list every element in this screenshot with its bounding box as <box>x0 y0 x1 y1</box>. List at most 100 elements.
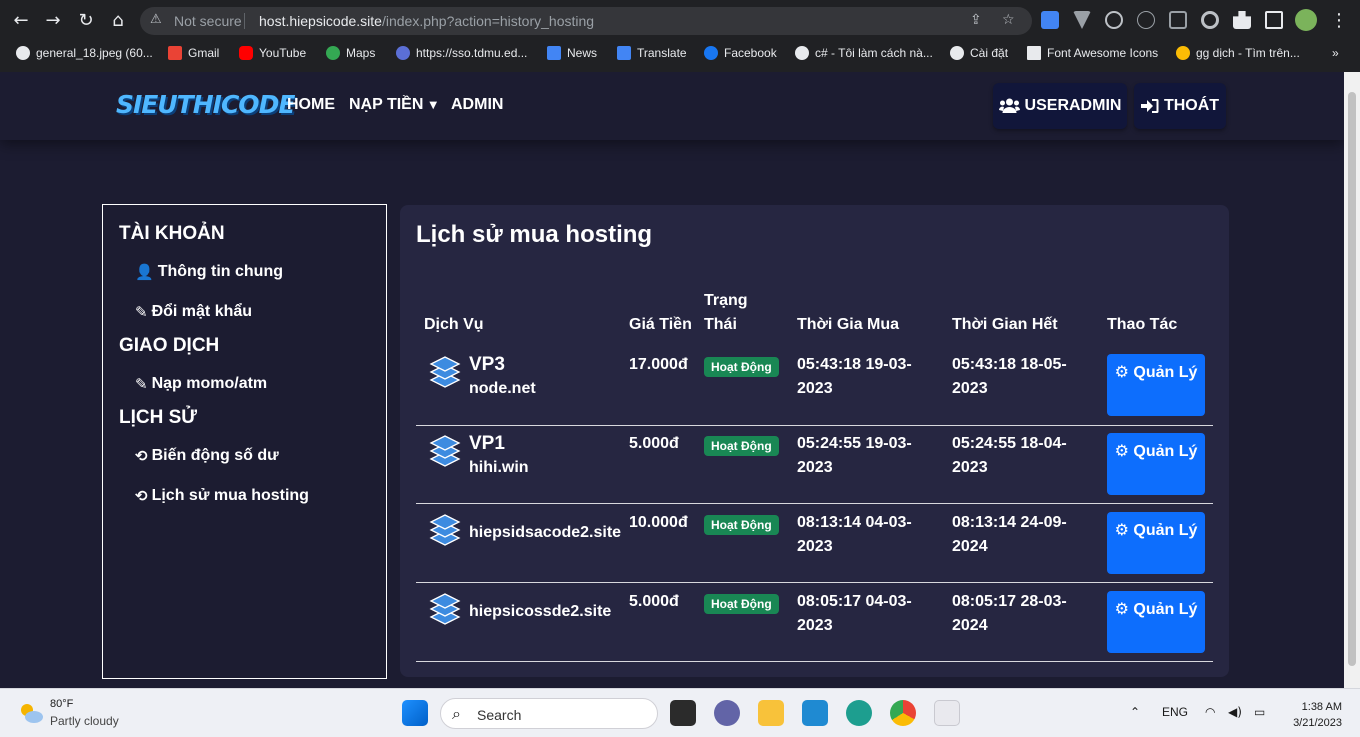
bookmark[interactable]: general_18.jpeg (60... <box>16 44 153 62</box>
bookmark-label: YouTube <box>259 46 307 60</box>
manage-button-label: Quản Lý <box>1133 364 1198 381</box>
bookmark[interactable]: Translate <box>617 44 687 62</box>
reload-icon[interactable]: ↻ <box>73 8 99 34</box>
service-plan: VP3 <box>469 354 505 375</box>
temperature[interactable]: 80°F <box>50 698 73 710</box>
expiry-time: 08:13:14 24-09-2024 <box>952 514 1067 555</box>
puzzle-icon[interactable] <box>1233 11 1251 29</box>
clock-date: 3/21/2023 <box>1293 717 1342 729</box>
news-icon <box>547 46 561 60</box>
bookmark-label: Cài đặt <box>970 46 1009 60</box>
status-badge: Hoạt Động <box>704 357 779 377</box>
task-view-icon[interactable] <box>670 700 696 726</box>
manage-button[interactable]: ⚙ Quản Lý <box>1107 433 1205 495</box>
user-icon: 👤 <box>135 263 154 281</box>
bookmark[interactable]: Maps <box>326 44 375 62</box>
bookmark[interactable]: gg dịch - Tìm trên... <box>1176 44 1300 62</box>
price: 5.000đ <box>629 435 679 452</box>
sidebar-item-label: Lịch sử mua hosting <box>151 487 309 504</box>
teams-icon[interactable] <box>714 700 740 726</box>
manage-button[interactable]: ⚙ Quản Lý <box>1107 591 1205 653</box>
battery-icon[interactable]: ▭ <box>1254 705 1265 719</box>
row-divider <box>416 661 1213 662</box>
row-divider <box>416 503 1213 504</box>
chrome-icon[interactable] <box>890 700 916 726</box>
column-header-status: Trạng Thái <box>704 292 748 333</box>
side-panel-icon[interactable] <box>1265 11 1283 29</box>
file-explorer-icon[interactable] <box>758 700 784 726</box>
sidebar-item-balance-history[interactable]: ⟲ Biến động số dư <box>135 447 279 465</box>
gear-icon <box>950 46 964 60</box>
logout-button[interactable]: THOÁT <box>1134 83 1226 129</box>
windows-start-icon[interactable] <box>402 700 428 726</box>
sidebar-heading-history: LỊCH SỬ <box>119 407 198 428</box>
url-host: host.hiepsicode.site <box>259 13 382 29</box>
history-icon: ⟲ <box>135 447 148 465</box>
user-button[interactable]: USERADMIN <box>993 83 1127 129</box>
vscode-icon[interactable] <box>802 700 828 726</box>
gear-icon: ⚙ <box>1114 599 1129 618</box>
share-icon[interactable]: ⇪ <box>970 12 982 28</box>
language-indicator[interactable]: ENG <box>1162 705 1188 719</box>
forward-icon[interactable]: → <box>40 8 66 34</box>
bookmark[interactable]: c# - Tôi làm cách nà... <box>795 44 933 62</box>
sidebar-heading-transaction: GIAO DỊCH <box>119 335 220 356</box>
weather-summary[interactable]: Partly cloudy <box>50 714 119 728</box>
service-domain: node.net <box>469 380 536 397</box>
site-navbar: SIEUTHICODE HOME NẠP TIỀN ▼ ADMIN USERAD… <box>0 72 1344 140</box>
volume-icon[interactable]: ◀) <box>1228 705 1242 719</box>
manage-button[interactable]: ⚙ Quản Lý <box>1107 512 1205 574</box>
nav-admin[interactable]: ADMIN <box>451 96 503 114</box>
nav-topup[interactable]: NẠP TIỀN ▼ <box>349 96 437 114</box>
expiry-time: 08:05:17 28-03-2024 <box>952 593 1067 634</box>
nav-topup-label: NẠP TIỀN <box>349 96 424 113</box>
bookmarks-overflow[interactable]: » <box>1332 44 1339 62</box>
scrollbar-thumb[interactable] <box>1348 92 1356 666</box>
record-extension-icon[interactable] <box>1201 11 1219 29</box>
manage-button[interactable]: ⚙ Quản Lý <box>1107 354 1205 416</box>
snipping-tool-icon[interactable] <box>934 700 960 726</box>
sidebar-item-general-info[interactable]: 👤 Thông tin chung <box>135 263 283 281</box>
bookmark-label: general_18.jpeg (60... <box>36 46 153 60</box>
bookmark[interactable]: Gmail <box>168 44 219 62</box>
maps-icon <box>326 46 340 60</box>
sidebar-item-change-password[interactable]: ✎ Đổi mật khẩu <box>135 303 252 321</box>
partly-cloudy-icon <box>21 704 43 723</box>
nav-home[interactable]: HOME <box>287 96 335 114</box>
home-icon[interactable]: ⌂ <box>105 8 131 34</box>
site-logo[interactable]: SIEUTHICODE <box>116 86 295 126</box>
star-icon[interactable]: ☆ <box>1002 12 1015 28</box>
extension-icon[interactable] <box>1169 11 1187 29</box>
sidebar-item-topup[interactable]: ✎ Nạp momo/atm <box>135 375 267 393</box>
vue-extension-icon[interactable] <box>1073 11 1091 29</box>
address-bar[interactable]: ⚠ Not secure host.hiepsicode.site/index.… <box>140 7 1032 35</box>
sidebar-item-label: Nạp momo/atm <box>151 375 268 392</box>
taskbar-search[interactable]: ⌕ Search <box>440 698 658 729</box>
clock-time: 1:38 AM <box>1301 701 1342 713</box>
manage-button-label: Quản Lý <box>1133 601 1198 618</box>
bookmark-label: Translate <box>637 46 687 60</box>
profile-avatar[interactable] <box>1295 9 1317 31</box>
react-extension-icon[interactable] <box>1105 11 1123 29</box>
sidebar-item-hosting-history[interactable]: ⟲ Lịch sử mua hosting <box>135 487 309 505</box>
page-scrollbar[interactable] <box>1344 72 1360 688</box>
browser-chrome: ← → ↻ ⌂ ⚠ Not secure host.hiepsicode.sit… <box>0 0 1360 72</box>
chevron-up-icon[interactable]: ⌃ <box>1130 705 1140 719</box>
bookmark[interactable]: News <box>547 44 597 62</box>
bookmark[interactable]: Facebook <box>704 44 777 62</box>
edge-icon[interactable] <box>846 700 872 726</box>
status-badge: Hoạt Động <box>704 594 779 614</box>
kebab-menu-icon[interactable]: ⋮ <box>1326 8 1352 34</box>
redux-extension-icon[interactable] <box>1137 11 1155 29</box>
translate-extension-icon[interactable] <box>1041 11 1059 29</box>
purchase-time: 05:24:55 19-03-2023 <box>797 435 912 476</box>
system-clock[interactable]: 1:38 AM 3/21/2023 <box>1293 699 1342 731</box>
bookmark[interactable]: YouTube <box>239 44 306 62</box>
bookmark[interactable]: https://sso.tdmu.ed... <box>396 44 527 62</box>
bookmark[interactable]: Font Awesome Icons <box>1027 44 1158 62</box>
bookmark[interactable]: Cài đặt <box>950 44 1008 62</box>
back-icon[interactable]: ← <box>8 8 34 34</box>
warning-icon: ⚠ <box>150 12 162 27</box>
users-icon <box>998 98 1020 113</box>
wifi-icon[interactable]: ◠ <box>1205 705 1215 719</box>
